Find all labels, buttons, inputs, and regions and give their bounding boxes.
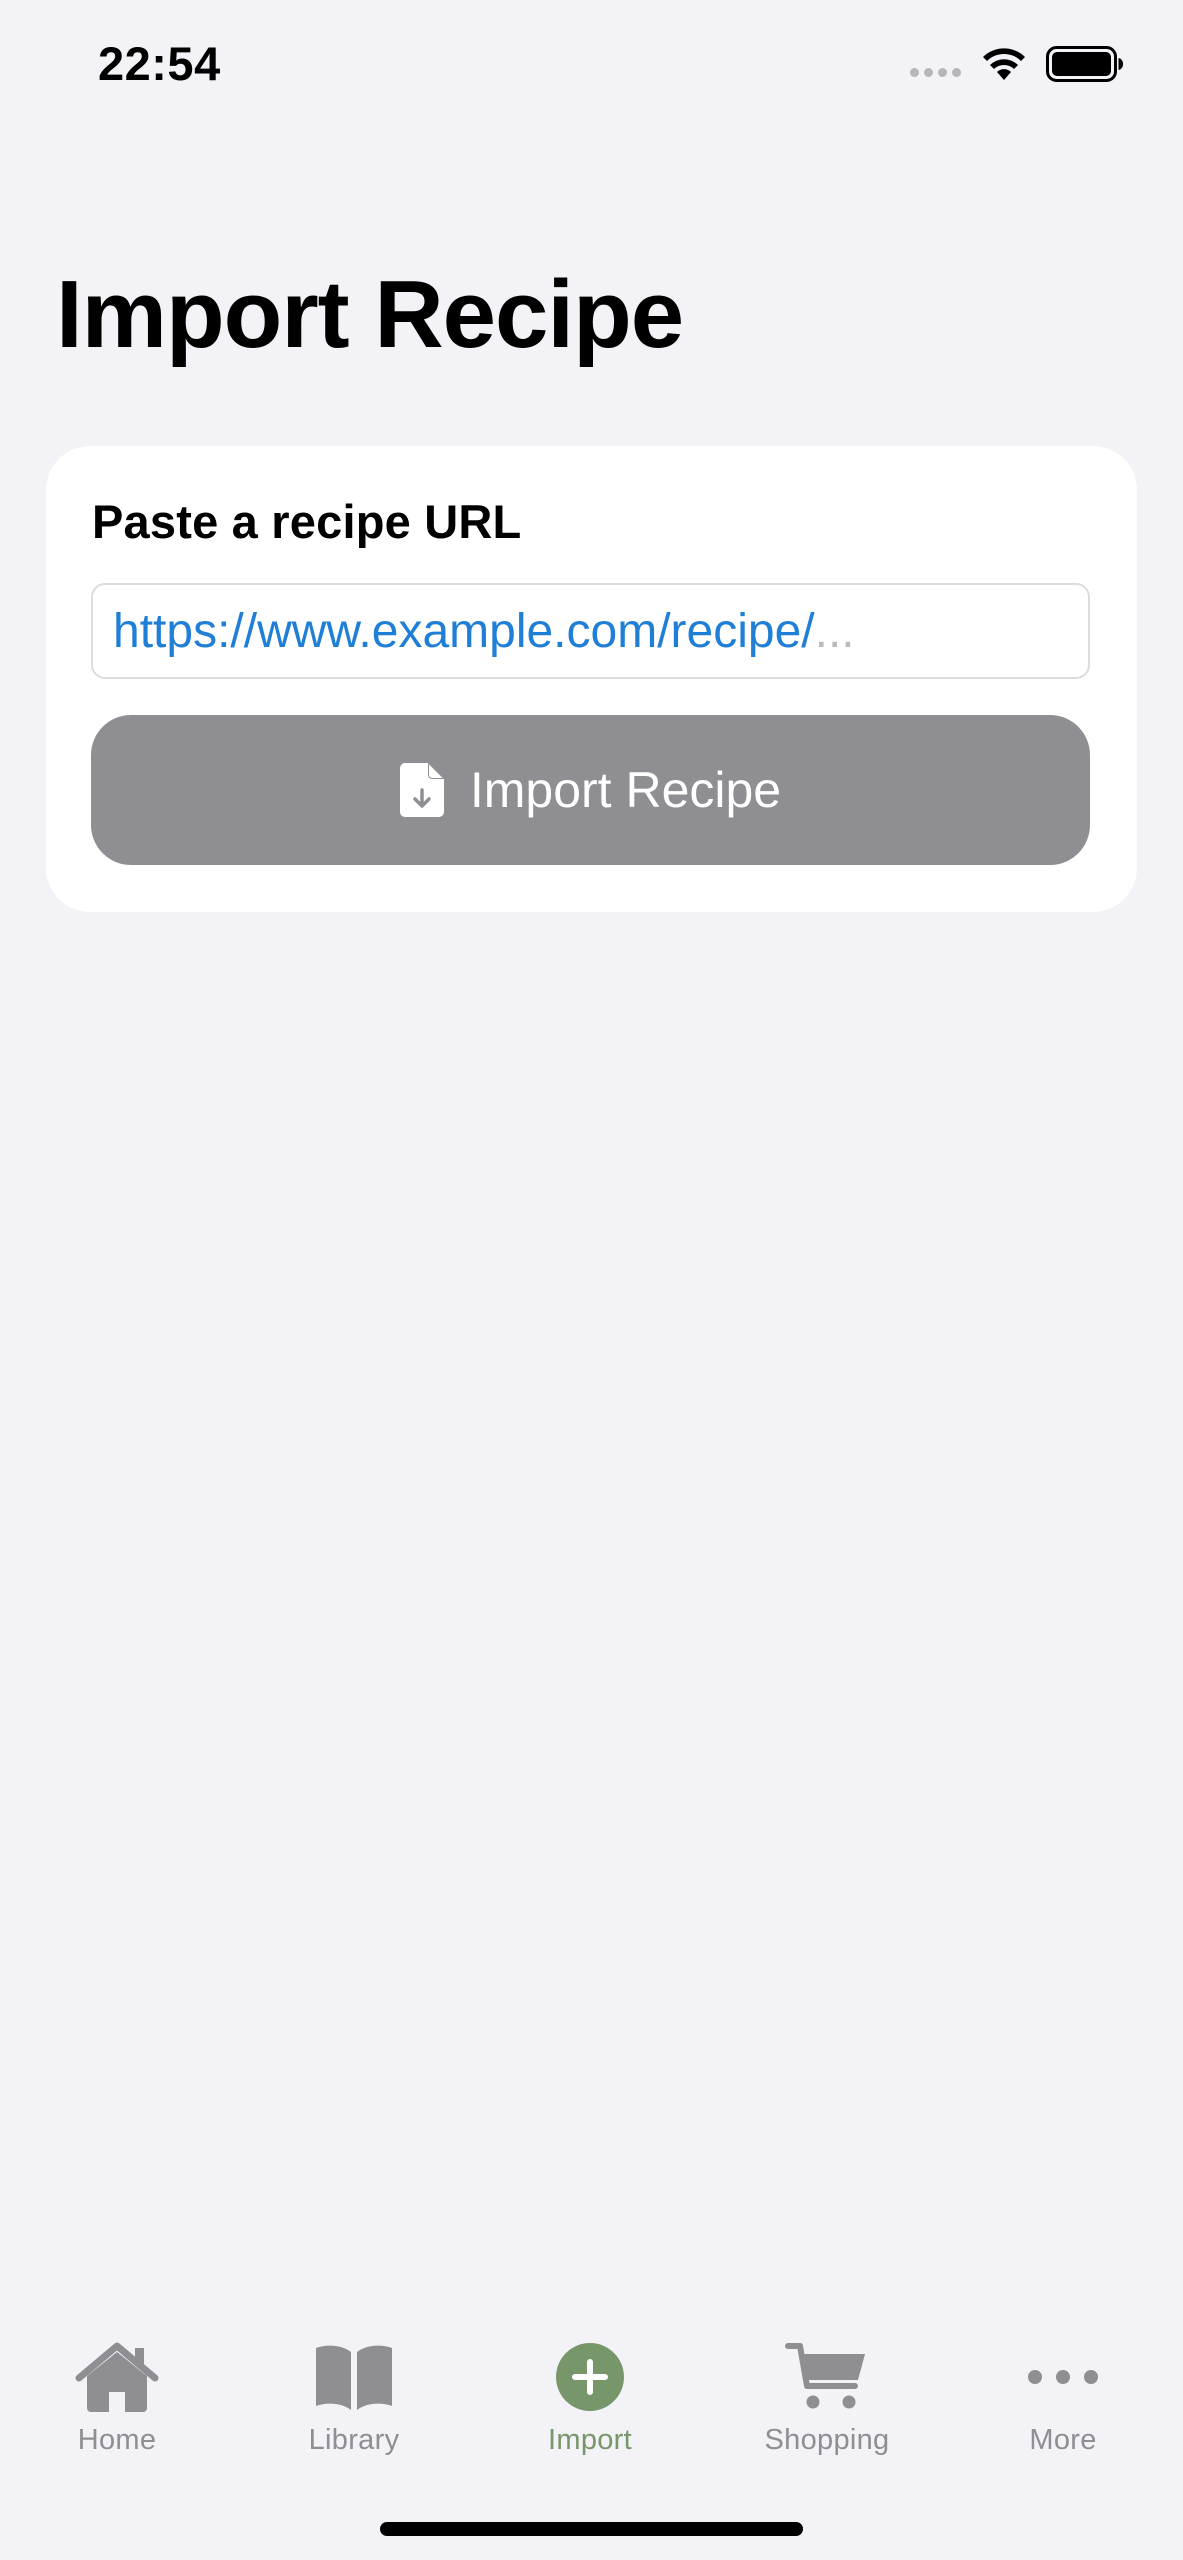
import-card: Paste a recipe URL https://www.example.c…: [46, 446, 1137, 912]
tab-library[interactable]: Library: [254, 2340, 454, 2490]
page-title: Import Recipe: [56, 261, 684, 368]
import-recipe-button-label: Import Recipe: [469, 762, 782, 818]
status-time: 22:54: [98, 37, 221, 90]
tab-home-label: Home: [77, 2424, 157, 2456]
url-input-value: https://www.example.com/recipe/: [113, 604, 815, 658]
document-download-icon: [399, 763, 444, 817]
tab-more-label: More: [1029, 2424, 1097, 2456]
cart-icon: [785, 2343, 865, 2409]
import-recipe-button[interactable]: Import Recipe: [91, 715, 1090, 865]
ellipsis-icon: [1028, 2370, 1098, 2384]
plus-circle-icon: [556, 2343, 624, 2411]
recipe-url-input[interactable]: https://www.example.com/recipe/...: [91, 583, 1090, 679]
house-icon: [75, 2342, 159, 2412]
url-field-label: Paste a recipe URL: [92, 495, 522, 548]
battery-icon: [1046, 46, 1123, 82]
tab-import[interactable]: Import: [490, 2340, 690, 2490]
tab-more[interactable]: More: [963, 2340, 1163, 2490]
tab-import-label: Import: [548, 2424, 632, 2456]
status-bar: 22:54: [0, 0, 1183, 130]
tab-library-label: Library: [308, 2424, 400, 2456]
home-indicator: [380, 2522, 803, 2536]
tab-shopping[interactable]: Shopping: [727, 2340, 927, 2490]
wifi-icon: [983, 48, 1025, 80]
cellular-signal-icon: [910, 68, 961, 77]
book-icon: [316, 2345, 392, 2410]
tab-shopping-label: Shopping: [764, 2424, 890, 2456]
tab-home[interactable]: Home: [17, 2340, 217, 2490]
url-input-overflow: ...: [814, 604, 855, 658]
